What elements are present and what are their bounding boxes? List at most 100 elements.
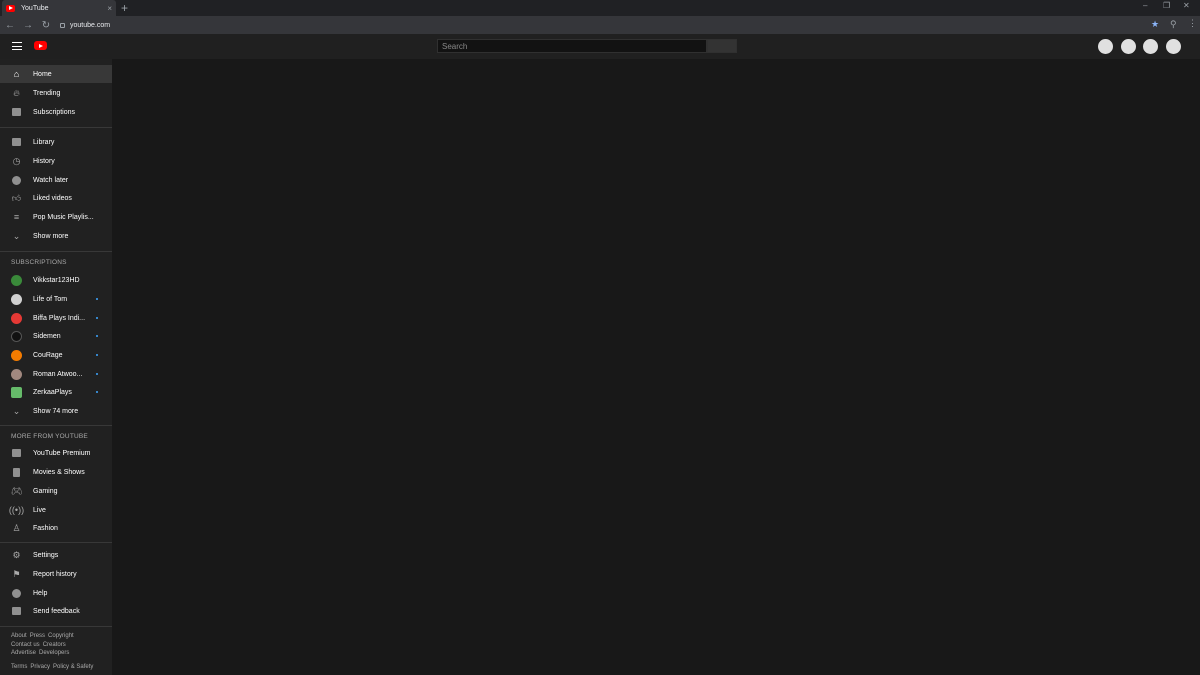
subscription-label: Vikkstar123HD [33, 276, 80, 284]
sidebar-item-help[interactable]: Help [0, 584, 112, 602]
notifications-icon[interactable] [1143, 39, 1158, 54]
apps-icon[interactable] [1121, 39, 1136, 54]
youtube-header: Search [0, 34, 1200, 59]
restore-button[interactable]: ❐ [1163, 1, 1170, 10]
sidebar-item-label: YouTube Premium [33, 449, 91, 457]
sidebar-item-gaming[interactable]: 🎮︎ Gaming [0, 482, 112, 500]
new-content-dot [96, 391, 98, 393]
avatar[interactable] [1166, 39, 1181, 54]
subscription-item[interactable]: Vikkstar123HD [0, 271, 112, 289]
subscription-item[interactable]: Roman Atwoo... [0, 365, 112, 383]
hamburger-menu-icon[interactable] [12, 42, 22, 50]
trending-icon: 🔥︎ [13, 87, 20, 98]
channel-avatar [11, 274, 22, 286]
footer-link-terms[interactable]: Terms [11, 664, 27, 670]
extension-icon[interactable]: ⚲ [1170, 19, 1177, 30]
sidebar-item-label: Show 74 more [33, 407, 79, 415]
footer-link-privacy[interactable]: Privacy [30, 664, 50, 670]
bookmark-star-icon[interactable]: ★ [1151, 19, 1159, 30]
url-field[interactable]: youtube.com [60, 18, 1170, 32]
divider [0, 626, 112, 627]
subscription-label: Biffa Plays Indi... [33, 314, 86, 322]
divider [0, 542, 112, 543]
sidebar-item-label: Gaming [33, 487, 58, 495]
help-icon [0, 588, 33, 598]
more-from-youtube-title: MORE FROM YOUTUBE [11, 433, 88, 440]
subscription-label: Sidemen [33, 332, 61, 340]
sidebar-item-fashion[interactable]: ♙ Fashion [0, 519, 112, 537]
sidebar-item-watch-later[interactable]: Watch later [0, 171, 112, 189]
sidebar-item-label: Live [33, 506, 46, 514]
sidebar-item-library[interactable]: Library [0, 133, 112, 151]
browser-tab[interactable]: YouTube × [2, 0, 116, 16]
sidebar-item-label: Home [33, 70, 52, 78]
footer-link-contact[interactable]: Contact us [11, 642, 40, 648]
show-more-subscriptions[interactable]: ⌄ Show 74 more [0, 402, 112, 420]
subscription-item[interactable]: Life of Tom [0, 290, 112, 308]
sidebar-item-settings[interactable]: ⚙ Settings [0, 546, 112, 564]
footer-links-row: Advertise Developers [11, 650, 72, 656]
footer-links-row: Contact us Creators [11, 642, 69, 648]
sidebar: ⌂ Home 🔥︎ Trending Subscriptions Library… [0, 59, 112, 675]
divider [0, 251, 112, 252]
sidebar-item-playlist[interactable]: ≡ Pop Music Playlis... [0, 208, 112, 226]
search-button[interactable] [707, 39, 737, 53]
sidebar-item-trending[interactable]: 🔥︎ Trending [0, 84, 112, 102]
back-button[interactable]: ← [2, 20, 18, 31]
sidebar-item-label: Movies & Shows [33, 468, 85, 476]
sidebar-item-label: Send feedback [33, 607, 80, 615]
footer-link-copyright[interactable]: Copyright [48, 633, 74, 639]
browser-menu-icon[interactable]: ⋮ [1188, 18, 1197, 29]
browser-tab-bar: YouTube × + – ❐ ✕ [0, 0, 1200, 16]
sidebar-item-home[interactable]: ⌂ Home [0, 65, 112, 83]
subscription-item[interactable]: ZerkaaPlays [0, 383, 112, 401]
close-window-button[interactable]: ✕ [1183, 1, 1190, 10]
footer-links-row: Terms Privacy Policy & Safety [11, 664, 96, 670]
sidebar-item-subscriptions[interactable]: Subscriptions [0, 103, 112, 121]
search-input[interactable]: Search [437, 39, 707, 53]
channel-avatar [11, 312, 22, 324]
thumbs-up-icon: 👍︎ [11, 192, 22, 203]
new-tab-button[interactable]: + [121, 1, 128, 15]
channel-avatar [11, 293, 22, 305]
footer-link-developers[interactable]: Developers [39, 650, 69, 656]
create-video-icon[interactable] [1098, 39, 1113, 54]
watch-later-icon [0, 175, 33, 185]
subscription-label: CouRage [33, 351, 63, 359]
subscription-label: Roman Atwoo... [33, 370, 83, 378]
footer-link-policy-safety[interactable]: Policy & Safety [53, 664, 93, 670]
sidebar-item-label: Help [33, 589, 48, 597]
subscription-item[interactable]: Sidemen [0, 327, 112, 345]
sidebar-item-youtube-premium[interactable]: YouTube Premium [0, 444, 112, 462]
sidebar-item-label: Pop Music Playlis... [33, 213, 94, 221]
footer-link-press[interactable]: Press [30, 633, 45, 639]
sidebar-item-history[interactable]: ◷ History [0, 152, 112, 170]
sidebar-item-movies-shows[interactable]: Movies & Shows [0, 463, 112, 481]
reload-button[interactable]: ↻ [38, 20, 54, 31]
subscription-item[interactable]: Biffa Plays Indi... [0, 309, 112, 327]
history-icon: ◷ [12, 155, 21, 166]
sidebar-item-label: Fashion [33, 524, 58, 532]
sidebar-item-label: Library [33, 138, 55, 146]
footer-link-creators[interactable]: Creators [43, 642, 66, 648]
sidebar-item-show-more[interactable]: ⌄ Show more [0, 227, 112, 245]
sidebar-item-live[interactable]: ((•)) Live [0, 501, 112, 519]
youtube-logo[interactable] [34, 41, 47, 50]
subscription-item[interactable]: CouRage [0, 346, 112, 364]
minimize-button[interactable]: – [1143, 1, 1147, 10]
sidebar-item-report-history[interactable]: ⚑ Report history [0, 565, 112, 583]
feedback-icon [0, 607, 33, 615]
sidebar-item-send-feedback[interactable]: Send feedback [0, 602, 112, 620]
sidebar-item-liked-videos[interactable]: 👍︎ Liked videos [0, 189, 112, 207]
footer-link-advertise[interactable]: Advertise [11, 650, 36, 656]
playlist-icon: ≡ [13, 211, 20, 222]
fashion-icon: ♙ [12, 522, 21, 533]
sidebar-item-label: Liked videos [33, 194, 72, 202]
channel-avatar [11, 368, 22, 380]
tab-title: YouTube [21, 4, 49, 12]
subscriptions-section-title: SUBSCRIPTIONS [11, 259, 67, 266]
forward-button[interactable]: → [20, 20, 36, 31]
sidebar-item-label: Trending [33, 89, 61, 97]
tab-close-button[interactable]: × [107, 4, 112, 13]
footer-link-about[interactable]: About [11, 633, 27, 639]
